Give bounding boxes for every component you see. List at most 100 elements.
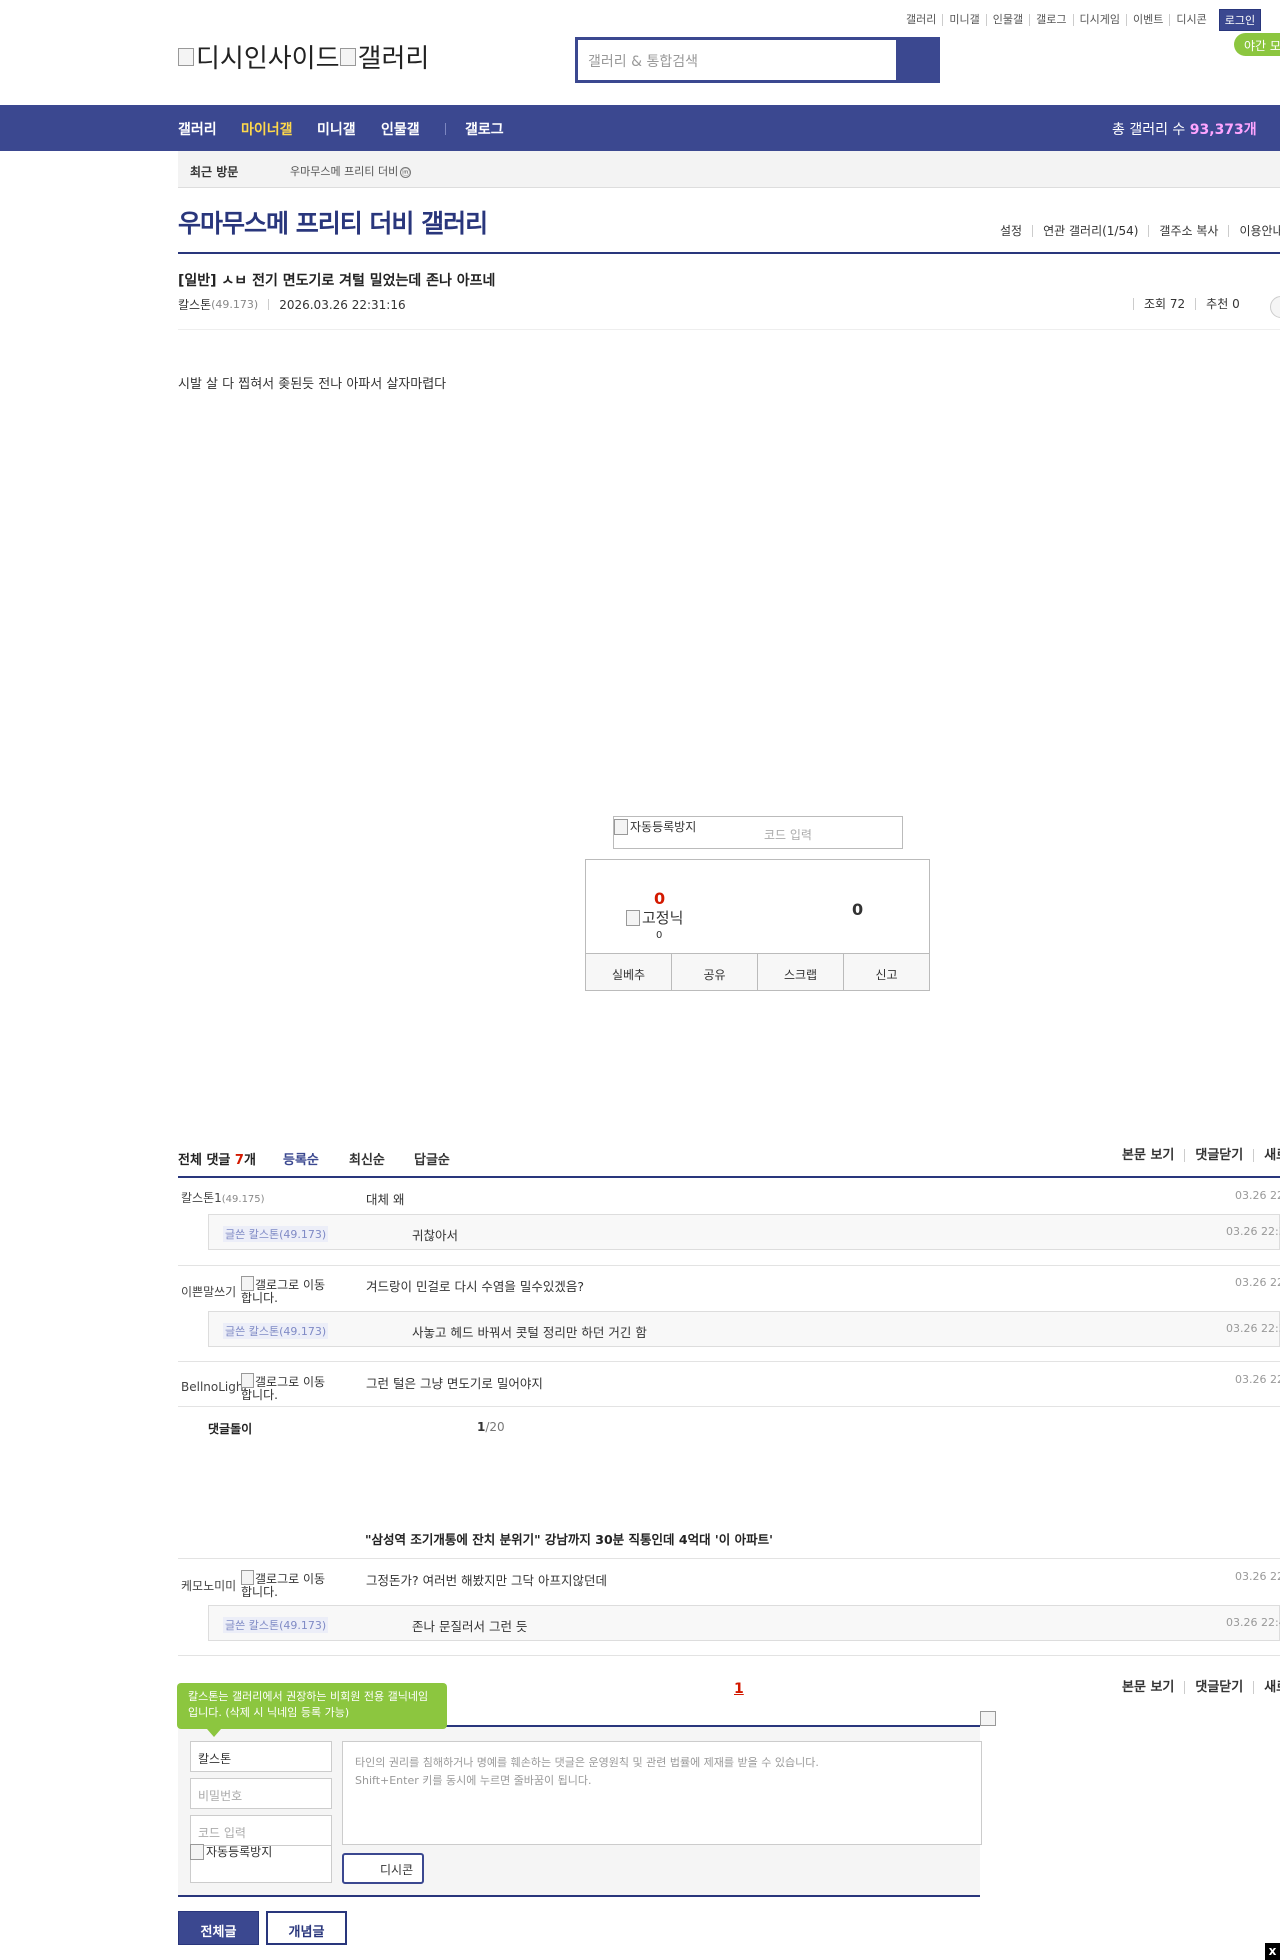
- related-galleries-link[interactable]: 연관 갤러리(1/54): [1032, 225, 1148, 237]
- captcha-input[interactable]: 코드 입력: [764, 826, 812, 843]
- comment-page-current[interactable]: 1: [734, 1681, 744, 1697]
- post-stats: 조회 72 추천 0: [1133, 298, 1250, 310]
- report-button[interactable]: 신고: [843, 954, 929, 990]
- copy-address-link[interactable]: 갤주소 복사: [1148, 225, 1228, 237]
- divider: [178, 1176, 1280, 1178]
- recommend-up-count: 0: [654, 889, 666, 908]
- reply-writer[interactable]: 글쓴 칼스톤(49.173): [223, 1617, 329, 1633]
- textarea-placeholder-line: Shift+Enter 키를 동시에 누르면 줄바꿈이 됩니다.: [355, 1774, 592, 1787]
- nav-divider: [445, 123, 446, 135]
- divider: [268, 299, 270, 310]
- recent-visit-bar: 최근 방문 우마무스메 프리티 더비 ⓜ: [178, 151, 1280, 188]
- ad-headline-link[interactable]: "삼성역 조기개통에 잔치 분위기" 강남까지 30분 직통인데 4억대 '이 …: [365, 1529, 773, 1548]
- reply-writer[interactable]: 글쓴 칼스톤(49.173): [223, 1226, 329, 1242]
- recent-visit-item[interactable]: 우마무스메 프리티 더비 ⓜ: [290, 163, 412, 179]
- fixed-nick-icon: 고정닉: [626, 907, 683, 928]
- close-icon[interactable]: x: [1265, 1943, 1280, 1960]
- nav-mini-gallery[interactable]: 미니갤: [317, 119, 356, 139]
- share-button[interactable]: 공유: [671, 954, 757, 990]
- night-mode-button[interactable]: 야간 모드: [1234, 33, 1280, 56]
- password-field[interactable]: 비밀번호: [190, 1778, 332, 1809]
- top-link-gallery[interactable]: 갤러리: [900, 14, 942, 26]
- gallery-settings-link[interactable]: 설정: [990, 225, 1032, 237]
- best-recommend-button[interactable]: 실베추: [586, 954, 671, 990]
- comment-actions-bottom: 본문 보기 댓글닫기 새로고침: [1122, 1681, 1280, 1694]
- recent-visit-label: 최근 방문: [190, 165, 239, 179]
- top-link-mini[interactable]: 미니갤: [942, 14, 985, 26]
- gallog-icon[interactable]: 갤로그로 이동합니다.: [241, 1276, 329, 1305]
- comment-nick-ip: (49.175): [221, 1194, 265, 1205]
- comment-nick[interactable]: BellnoLight: [181, 1380, 248, 1394]
- reply-text: 귀찮아서: [412, 1228, 459, 1243]
- top-link-person[interactable]: 인물갤: [985, 14, 1029, 26]
- sort-registered[interactable]: 등록순: [283, 1149, 319, 1168]
- login-button[interactable]: 로그인: [1218, 9, 1262, 31]
- top-links: 갤러리 미니갤 인물갤 갤로그 디시게임 이벤트 디시콘 로그인: [900, 9, 1262, 31]
- refresh-comments-link[interactable]: 새로고침: [1253, 1149, 1280, 1162]
- post-meta: 칼스톤 (49.173) 2026.03.26 22:31:16: [178, 296, 406, 313]
- top-link-event[interactable]: 이벤트: [1125, 14, 1169, 26]
- search-input[interactable]: 갤러리 & 통합검색: [578, 40, 896, 80]
- reply-text: 사놓고 헤드 바꿔서 콧털 정리만 하던 거긴 함: [412, 1325, 647, 1340]
- post-title: [일반] ㅅㅂ 전기 면도기로 겨털 밀었는데 존나 아프네: [178, 273, 496, 289]
- recommend-actions: 실베추 공유 스크랩 신고: [586, 953, 929, 990]
- sort-replies[interactable]: 답글순: [414, 1149, 450, 1168]
- sort-latest[interactable]: 최신순: [349, 1149, 385, 1168]
- comment-text: 겨드랑이 민걸로 다시 수염을 밀수있겠음?: [366, 1279, 585, 1294]
- captcha-image: 자동등록방지: [614, 818, 696, 835]
- scrap-button[interactable]: 스크랩: [757, 954, 843, 990]
- divider: [178, 1655, 1280, 1656]
- textarea-placeholder-line: 타인의 권리를 침해하거나 명예를 훼손하는 댓글은 운영원칙 및 관련 법률에…: [355, 1756, 819, 1769]
- post-date: 2026.03.26 22:31:16: [279, 297, 406, 312]
- all-posts-button[interactable]: 전체글: [178, 1911, 259, 1945]
- top-link-dccon[interactable]: 디시콘: [1169, 14, 1212, 26]
- nickname-field[interactable]: 칼스톤: [190, 1741, 332, 1772]
- comment-actions: 본문 보기 댓글닫기 새로고침: [1122, 1149, 1280, 1162]
- close-comments-link[interactable]: 댓글닫기: [1184, 1681, 1253, 1694]
- comment-dory-total: /20: [485, 1420, 505, 1434]
- comment-text: 대체 왜: [366, 1192, 405, 1207]
- reply-row: 글쓴 칼스톤(49.173) 사놓고 헤드 바꿔서 콧털 정리만 하던 거긴 함…: [208, 1311, 1280, 1347]
- site-logo[interactable]: 디시인사이드 갤러리: [178, 38, 429, 75]
- comment-total-count: 7: [234, 1153, 244, 1168]
- view-body-link[interactable]: 본문 보기: [1122, 1149, 1184, 1162]
- divider: [178, 1558, 1280, 1559]
- nav-minor-gallery[interactable]: 마이너갤: [241, 119, 293, 139]
- ad-image[interactable]: [980, 1711, 996, 1726]
- post-author[interactable]: 칼스톤: [178, 296, 211, 313]
- comment-textarea[interactable]: 타인의 권리를 침해하거나 명예를 훼손하는 댓글은 운영원칙 및 관련 법률에…: [342, 1741, 982, 1845]
- usage-guide-link[interactable]: 이용안내: [1228, 225, 1280, 237]
- gallery-title[interactable]: 우마무스메 프리티 더비 갤러리: [178, 204, 488, 240]
- nav-gallery[interactable]: 갤러리: [178, 119, 217, 139]
- gallery-menu: 설정 연관 갤러리(1/54) 갤주소 복사 이용안내: [990, 225, 1280, 237]
- gallog-icon[interactable]: 갤로그로 이동합니다.: [241, 1373, 329, 1402]
- search-button[interactable]: [896, 40, 937, 80]
- gallery-count-label: 총 갤러리 수: [1112, 122, 1186, 138]
- divider: [178, 1895, 980, 1897]
- captcha-image: 자동등록방지: [190, 1843, 272, 1860]
- post-views: 조회 72: [1133, 298, 1195, 310]
- gallery-logo: 갤러리: [340, 38, 430, 75]
- comment-nick[interactable]: 이쁜말쓰기: [181, 1283, 236, 1300]
- comment-dory-label: 댓글돌이: [208, 1422, 253, 1436]
- top-link-gallog[interactable]: 갤로그: [1029, 14, 1072, 26]
- top-link-game[interactable]: 디시게임: [1072, 14, 1126, 26]
- gallog-icon[interactable]: 갤로그로 이동합니다.: [241, 1570, 329, 1599]
- close-comments-link[interactable]: 댓글닫기: [1184, 1149, 1253, 1162]
- search-bar: 갤러리 & 통합검색: [575, 37, 940, 83]
- comment-jump-button[interactable]: [1270, 296, 1280, 318]
- reply-writer[interactable]: 글쓴 칼스톤(49.173): [223, 1323, 329, 1339]
- dccon-button[interactable]: 디시콘: [342, 1853, 424, 1884]
- best-posts-button[interactable]: 개념글: [266, 1911, 347, 1945]
- view-body-link[interactable]: 본문 보기: [1122, 1681, 1184, 1694]
- divider: [178, 329, 1280, 330]
- post-recommends: 추천 0: [1195, 298, 1250, 310]
- divider: [178, 1361, 1280, 1362]
- comment-nick[interactable]: 케모노미미: [181, 1577, 236, 1594]
- divider: [178, 252, 1280, 254]
- code-input-field[interactable]: 코드 입력: [190, 1815, 332, 1846]
- comment-nick[interactable]: 칼스톤1(49.175): [181, 1189, 265, 1206]
- nav-gallog[interactable]: 갤로그: [465, 119, 504, 139]
- refresh-comments-link[interactable]: 새로고침: [1253, 1681, 1280, 1694]
- nav-person-gallery[interactable]: 인물갤: [381, 119, 420, 139]
